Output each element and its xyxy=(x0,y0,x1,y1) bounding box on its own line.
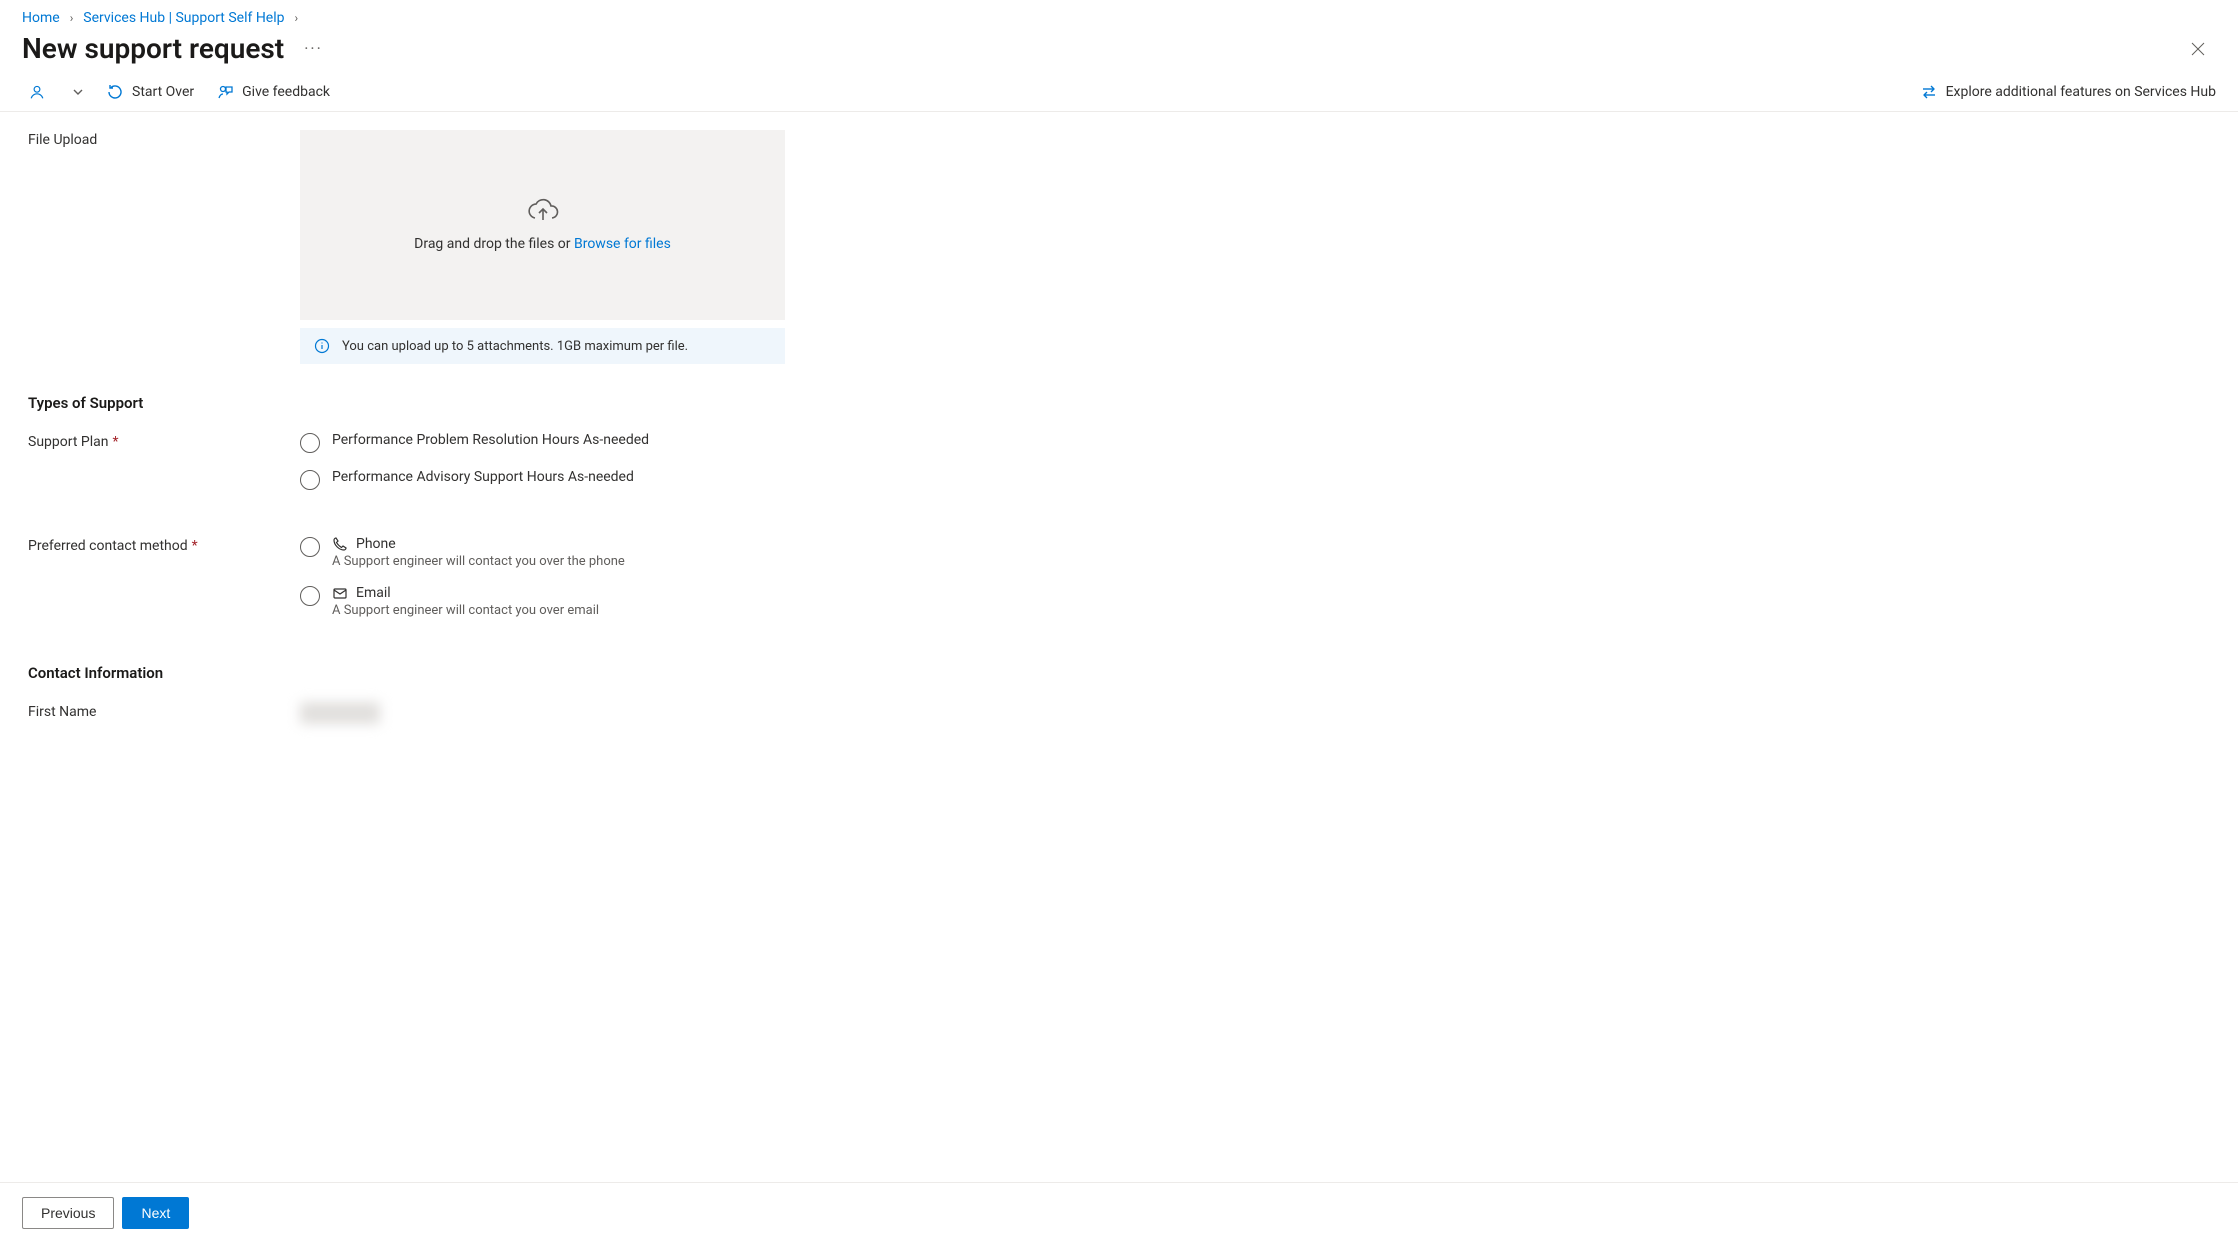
contact-email-sub: A Support engineer will contact you over… xyxy=(332,603,599,618)
contact-method-label: Preferred contact method xyxy=(28,538,188,554)
support-plan-option-0[interactable]: Performance Problem Resolution Hours As-… xyxy=(300,432,785,453)
radio-icon xyxy=(300,470,320,490)
radio-icon xyxy=(300,537,320,557)
required-indicator: * xyxy=(112,434,118,450)
restart-icon xyxy=(106,83,124,101)
person-icon xyxy=(28,83,46,101)
contact-phone-sub: A Support engineer will contact you over… xyxy=(332,554,625,569)
start-over-button[interactable]: Start Over xyxy=(106,83,194,101)
chevron-right-icon: › xyxy=(295,11,299,25)
contact-method-email[interactable]: Email A Support engineer will contact yo… xyxy=(300,585,785,618)
previous-button[interactable]: Previous xyxy=(22,1197,114,1229)
upload-info-bar: You can upload up to 5 attachments. 1GB … xyxy=(300,328,785,364)
contact-phone-title: Phone xyxy=(356,536,396,552)
mail-icon xyxy=(332,585,348,601)
types-of-support-heading: Types of Support xyxy=(28,394,2198,412)
contact-method-phone[interactable]: Phone A Support engineer will contact yo… xyxy=(300,536,785,569)
browse-files-link[interactable]: Browse for files xyxy=(574,236,671,252)
toolbar: Start Over Give feedback Explore additio… xyxy=(0,83,2238,112)
first-name-value xyxy=(300,702,380,724)
give-feedback-label: Give feedback xyxy=(242,84,330,100)
contact-info-heading: Contact Information xyxy=(28,664,2198,682)
user-context-button[interactable] xyxy=(28,83,84,101)
info-icon xyxy=(314,338,330,354)
support-plan-option-1[interactable]: Performance Advisory Support Hours As-ne… xyxy=(300,469,785,490)
form-scroll-area[interactable]: File Upload Drag and drop the files o xyxy=(0,112,2238,1182)
phone-icon xyxy=(332,536,348,552)
breadcrumb-home[interactable]: Home xyxy=(22,10,60,26)
more-actions-button[interactable]: ··· xyxy=(304,39,323,58)
give-feedback-button[interactable]: Give feedback xyxy=(216,83,330,101)
upload-info-text: You can upload up to 5 attachments. 1GB … xyxy=(342,339,688,354)
file-upload-dropzone[interactable]: Drag and drop the files or Browse for fi… xyxy=(300,130,785,320)
swap-icon xyxy=(1920,83,1938,101)
chevron-right-icon: › xyxy=(70,11,74,25)
cloud-upload-icon xyxy=(526,198,560,224)
explore-features-label: Explore additional features on Services … xyxy=(1946,84,2216,100)
support-plan-option-1-label: Performance Advisory Support Hours As-ne… xyxy=(332,469,634,485)
feedback-person-icon xyxy=(216,83,234,101)
file-upload-label: File Upload xyxy=(28,132,97,148)
radio-icon xyxy=(300,586,320,606)
support-plan-label: Support Plan xyxy=(28,434,108,450)
wizard-footer: Previous Next xyxy=(0,1182,2238,1243)
next-button[interactable]: Next xyxy=(122,1197,189,1229)
dropzone-text: Drag and drop the files or Browse for fi… xyxy=(414,236,671,252)
breadcrumb: Home › Services Hub | Support Self Help … xyxy=(0,10,2238,32)
breadcrumb-services-hub[interactable]: Services Hub | Support Self Help xyxy=(83,10,284,26)
required-indicator: * xyxy=(192,538,198,554)
chevron-down-icon xyxy=(72,86,84,98)
first-name-label: First Name xyxy=(28,704,96,720)
drop-text-prefix: Drag and drop the files or xyxy=(414,236,574,252)
radio-icon xyxy=(300,433,320,453)
explore-features-link[interactable]: Explore additional features on Services … xyxy=(1920,83,2216,101)
close-button[interactable] xyxy=(2180,35,2216,63)
page-title: New support request xyxy=(22,32,284,65)
contact-email-title: Email xyxy=(356,585,391,601)
start-over-label: Start Over xyxy=(132,84,194,100)
support-plan-option-0-label: Performance Problem Resolution Hours As-… xyxy=(332,432,649,448)
